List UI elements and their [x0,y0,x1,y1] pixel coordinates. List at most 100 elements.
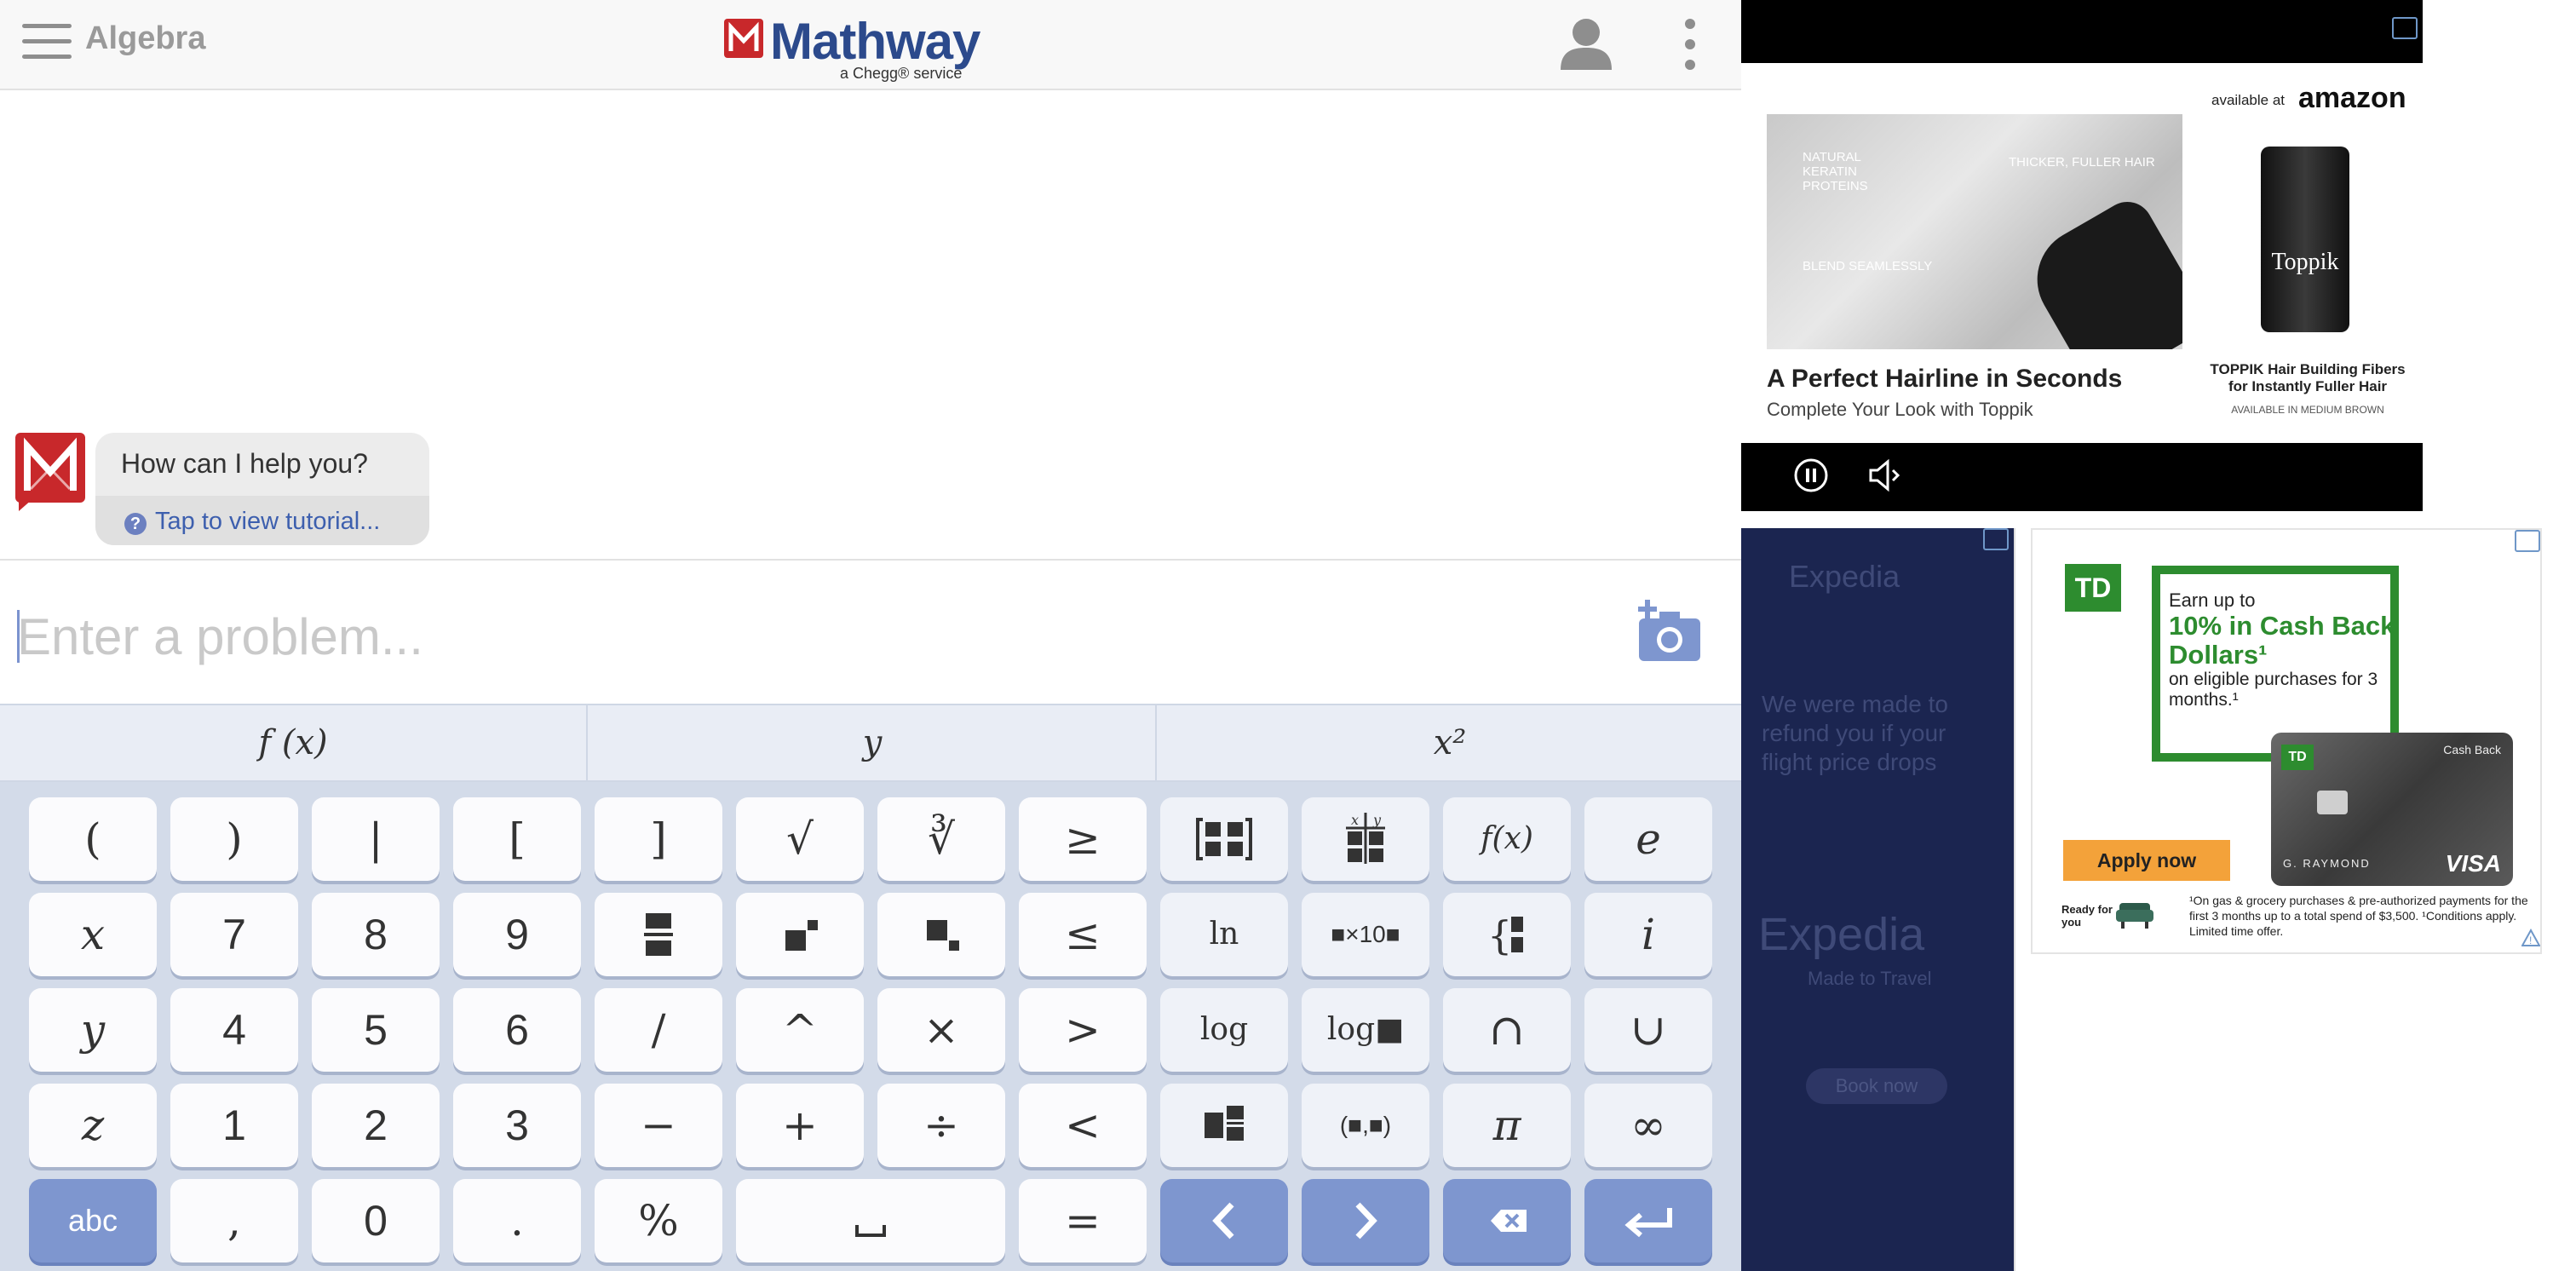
key-4[interactable]: 4 [170,988,298,1072]
td-bank-ad[interactable]: TD Earn up to 10% in Cash Back Dollars¹ … [2031,528,2542,954]
subject-selector[interactable]: Algebra [85,20,205,57]
key-decimal[interactable]: . [453,1179,581,1262]
key-abs[interactable]: | [312,797,440,881]
piecewise-icon: { [1487,912,1523,958]
key-7[interactable]: 7 [170,893,298,976]
mathway-logo[interactable]: Mathway a Chegg® service [724,14,1005,82]
key-plus[interactable]: + [736,1084,864,1167]
key-2[interactable]: 2 [312,1084,440,1167]
key-5[interactable]: 5 [312,988,440,1072]
key-pi[interactable]: π [1443,1084,1571,1167]
key-divide[interactable]: ÷ [877,1084,1005,1167]
space-icon [855,1225,886,1237]
key-9[interactable]: 9 [453,893,581,976]
key-union[interactable]: ∪ [1584,988,1712,1072]
key-intersection[interactable]: ∩ [1443,988,1571,1072]
key-equals[interactable]: = [1019,1179,1147,1262]
key-function[interactable]: f(x) [1443,797,1571,881]
key-infinity[interactable]: ∞ [1584,1084,1712,1167]
problem-input-area [0,559,1741,705]
key-close-paren[interactable]: ) [170,797,298,881]
key-nth-root[interactable]: ∛ [877,797,1005,881]
key-open-bracket[interactable]: [ [453,797,581,881]
key-caret[interactable]: ^ [736,988,864,1072]
key-divide-slash[interactable]: / [595,988,722,1072]
key-e[interactable]: e [1584,797,1712,881]
key-greater[interactable]: > [1019,988,1147,1072]
key-fraction[interactable] [595,893,722,976]
key-sqrt[interactable]: √ [736,797,864,881]
chat-bubble: How can I help you? ? Tap to view tutori… [95,433,429,545]
video-ad[interactable]: NATURAL KERATIN PROTEINS THICKER, FULLER… [1741,0,2423,511]
matrix-icon [1196,818,1252,860]
apply-now-button[interactable]: Apply now [2063,840,2230,881]
key-table[interactable]: xy [1302,797,1429,881]
ad-subline: Complete Your Look with Toppik [1767,399,2033,420]
mathway-bot-avatar [15,433,85,511]
product-label: Toppik [2271,249,2339,275]
key-comma[interactable]: , [170,1179,298,1262]
key-superscript[interactable] [736,893,864,976]
adchoices-icon[interactable] [1983,528,2009,550]
adchoices-icon[interactable] [2515,530,2540,552]
key-cursor-left[interactable] [1160,1179,1288,1262]
chevron-left-icon [1212,1202,1234,1239]
key-backspace[interactable] [1443,1179,1571,1262]
mathway-app: Algebra Mathway a Chegg® service How can… [0,0,1741,1271]
key-matrix[interactable] [1160,797,1288,881]
photo-tag: NATURAL KERATIN PROTEINS [1803,150,1868,193]
key-scientific-notation[interactable]: ■×10■ [1302,893,1429,976]
key-i[interactable]: i [1584,893,1712,976]
key-6[interactable]: 6 [453,988,581,1072]
subscript-icon [927,920,959,951]
key-x[interactable]: x [29,893,157,976]
adchoices-icon[interactable] [2392,17,2418,39]
hamburger-menu-icon[interactable] [22,24,72,60]
key-ln[interactable]: ln [1160,893,1288,976]
key-greater-equal[interactable]: ≥ [1019,797,1147,881]
key-cursor-right[interactable] [1302,1179,1429,1262]
key-z[interactable]: z [29,1084,157,1167]
tutorial-link[interactable]: ? Tap to view tutorial... [95,496,429,545]
user-account-icon[interactable] [1561,17,1612,70]
credit-card-image: TD Cash Back G. RAYMOND VISA [2271,733,2513,886]
key-log[interactable]: log [1160,988,1288,1072]
tab-x-squared[interactable]: x² [1155,705,1743,780]
card-holder-name: G. RAYMOND [2283,857,2371,870]
ad-product-panel[interactable]: available at amazon Toppik TOPPIK Hair B… [2189,63,2423,443]
key-open-paren[interactable]: ( [29,797,157,881]
key-space[interactable] [736,1179,1005,1262]
camera-upload-icon[interactable] [1636,598,1704,663]
more-options-icon[interactable] [1678,19,1702,72]
book-now-button[interactable]: Book now [1806,1068,1947,1104]
pause-icon[interactable] [1794,458,1828,492]
tab-y[interactable]: y [586,705,1157,780]
key-8[interactable]: 8 [312,893,440,976]
key-close-bracket[interactable]: ] [595,797,722,881]
key-y[interactable]: y [29,988,157,1072]
key-times[interactable]: × [877,988,1005,1072]
key-less[interactable]: < [1019,1084,1147,1167]
key-abc[interactable]: abc [29,1179,157,1262]
key-subscript[interactable] [877,893,1005,976]
text-caret [17,610,20,663]
expedia-ad[interactable]: Expedia We were made to refund you if yo… [1741,528,2015,1271]
amazon-logo: amazon [2298,82,2406,114]
key-percent[interactable]: % [595,1179,722,1262]
info-triangle-icon[interactable]: ! [2521,929,2540,947]
tab-function[interactable]: f (x) [0,705,586,780]
td-eligibility-text: on eligible purchases for 3 months.¹ [2169,670,2378,710]
key-1[interactable]: 1 [170,1084,298,1167]
volume-icon[interactable] [1867,458,1903,492]
key-log-base[interactable]: log■ [1302,988,1429,1072]
key-minus[interactable]: − [595,1084,722,1167]
key-piecewise[interactable]: { [1443,893,1571,976]
key-enter[interactable] [1584,1179,1712,1262]
key-3[interactable]: 3 [453,1084,581,1167]
problem-input[interactable] [15,601,1620,671]
key-0[interactable]: 0 [312,1179,440,1262]
td-logo: TD [2065,564,2121,612]
key-less-equal[interactable]: ≤ [1019,893,1147,976]
key-ordered-pair[interactable]: (■,■) [1302,1084,1429,1167]
key-mixed-number[interactable] [1160,1084,1288,1167]
